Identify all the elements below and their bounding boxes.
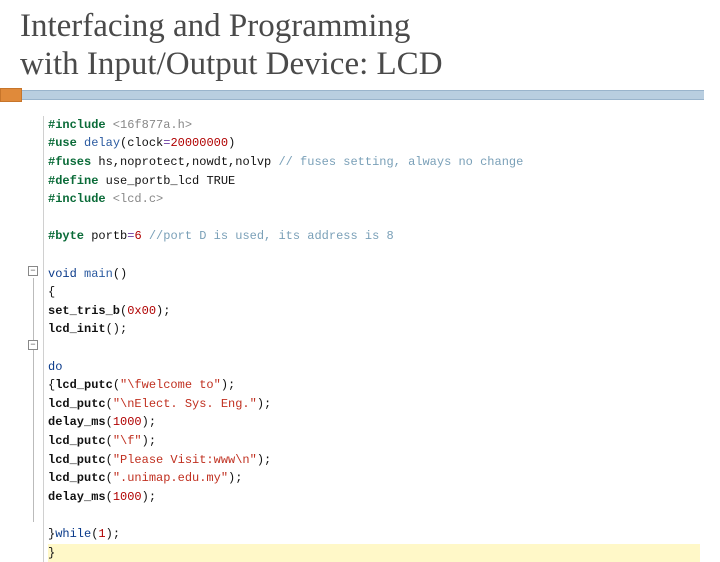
code-line: #include <16f877a.h>	[48, 116, 700, 135]
code-line: do	[48, 358, 700, 377]
code-line: #byte portb=6 //port D is used, its addr…	[48, 227, 700, 246]
code-line: #use delay(clock=20000000)	[48, 134, 700, 153]
code-line: lcd_init();	[48, 320, 700, 339]
code-lines: #include <16f877a.h> #use delay(clock=20…	[48, 116, 700, 562]
fold-line	[33, 352, 34, 504]
code-line: lcd_putc("Please Visit:www\n");	[48, 451, 700, 470]
code-line: lcd_putc(".unimap.edu.my");	[48, 469, 700, 488]
slide-title: Interfacing and Programming with Input/O…	[20, 8, 700, 84]
code-line-highlighted: }	[48, 544, 700, 562]
code-line: #define use_portb_lcd TRUE	[48, 172, 700, 191]
code-gutter: − −	[26, 116, 44, 562]
code-line: #fuses hs,noprotect,nowdt,nolvp // fuses…	[48, 153, 700, 172]
code-line: }while(1);	[48, 525, 700, 544]
title-line-1: Interfacing and Programming	[20, 8, 410, 44]
title-line-2: with Input/Output Device: LCD	[20, 46, 443, 82]
fold-icon: −	[28, 340, 38, 350]
code-line: delay_ms(1000);	[48, 488, 700, 507]
title-divider	[20, 88, 700, 106]
code-line: set_tris_b(0x00);	[48, 302, 700, 321]
divider-bar	[22, 90, 704, 100]
code-line: {lcd_putc("\fwelcome to");	[48, 376, 700, 395]
code-line	[48, 246, 700, 265]
accent-square	[0, 88, 22, 102]
code-line: delay_ms(1000);	[48, 413, 700, 432]
code-block: − − #include <16f877a.h> #use delay(cloc…	[26, 116, 700, 562]
code-line	[48, 506, 700, 525]
code-line: {	[48, 283, 700, 302]
code-line	[48, 339, 700, 358]
code-line: void main()	[48, 265, 700, 284]
code-line: lcd_putc("\f");	[48, 432, 700, 451]
code-line: lcd_putc("\nElect. Sys. Eng.");	[48, 395, 700, 414]
slide-container: Interfacing and Programming with Input/O…	[0, 0, 720, 540]
code-line	[48, 209, 700, 228]
fold-icon: −	[28, 266, 38, 276]
code-line: #include <lcd.c>	[48, 190, 700, 209]
